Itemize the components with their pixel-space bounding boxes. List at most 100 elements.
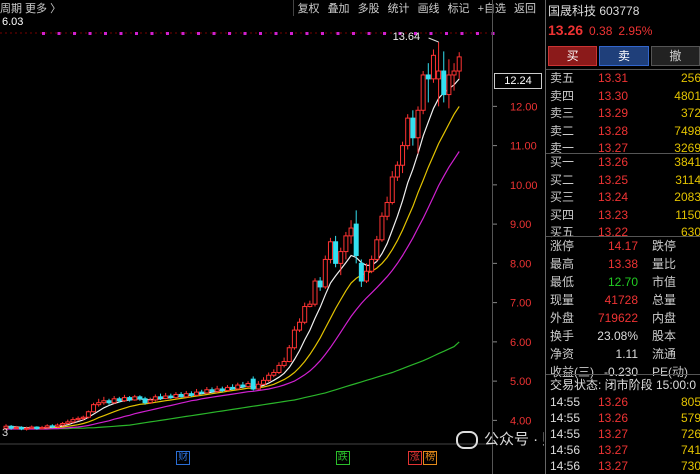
sell-button[interactable]: 卖 bbox=[599, 46, 649, 66]
ask-row[interactable]: 卖二 13.28 7498 bbox=[546, 123, 700, 141]
event-marker[interactable]: 涨 bbox=[407, 451, 422, 465]
signal-dot bbox=[150, 32, 154, 35]
bid-row[interactable]: 买四 13.23 1150 bbox=[546, 207, 700, 225]
quote-panel: 国晟科技 603778 13.26 0.38 2.95% 买 卖 撤 卖五 13.31… bbox=[545, 0, 700, 474]
event-marker[interactable]: 财 bbox=[176, 451, 191, 465]
kline-chart[interactable]: 12.0011.0010.009.008.007.006.005.004.001… bbox=[0, 0, 544, 474]
menu-draw-line[interactable]: 画线 bbox=[414, 0, 444, 16]
menu-fuquan[interactable]: 复权 bbox=[292, 0, 324, 16]
price-axis bbox=[492, 0, 544, 474]
event-marker[interactable]: 榜 bbox=[423, 451, 438, 465]
ask-price: 13.30 bbox=[598, 88, 629, 103]
candle-up bbox=[338, 251, 344, 264]
tick-time: 14:56 bbox=[550, 459, 581, 473]
candle-up bbox=[194, 391, 200, 396]
candle-down bbox=[250, 378, 256, 390]
menu-statistics[interactable]: 统计 bbox=[384, 0, 414, 16]
signal-dot bbox=[445, 32, 448, 35]
stat-label: 股本 bbox=[652, 329, 677, 343]
ask-volume: 4801 bbox=[674, 88, 700, 103]
ask-row[interactable]: 卖三 13.29 372 bbox=[546, 105, 700, 123]
tick-row: 14:56 13.27 741 bbox=[546, 442, 700, 458]
stat-value: 41728 bbox=[604, 293, 638, 307]
candle-down bbox=[18, 426, 24, 430]
candle-up bbox=[245, 382, 251, 388]
candle-up bbox=[291, 329, 297, 349]
candle-up bbox=[163, 395, 169, 399]
menu-multi-stock[interactable]: 多股 bbox=[354, 0, 384, 16]
bid-row[interactable]: 买一 13.26 3841 bbox=[546, 154, 700, 172]
signal-dot bbox=[336, 32, 340, 35]
stat-row: 现量 41728 总量 bbox=[546, 291, 700, 309]
bid-volume: 3841 bbox=[674, 155, 700, 169]
wechat-icon bbox=[456, 431, 478, 450]
candle-up bbox=[224, 386, 230, 392]
tick-time: 14:55 bbox=[550, 395, 581, 409]
bid-price: 13.26 bbox=[598, 155, 629, 169]
ask-row[interactable]: 卖四 13.30 4801 bbox=[546, 88, 700, 106]
current-price-tag: 12.24 bbox=[494, 73, 542, 89]
candle-up bbox=[70, 419, 76, 423]
tick-row: 14:55 13.27 726 bbox=[546, 426, 700, 442]
bid-row[interactable]: 买二 13.25 3114 bbox=[546, 172, 700, 190]
candle-up bbox=[101, 400, 107, 404]
tick-volume: 579 bbox=[680, 411, 700, 425]
candle-down bbox=[8, 425, 14, 429]
ask-volume: 256 bbox=[680, 71, 700, 85]
candle-down bbox=[425, 74, 431, 80]
stat-label: 总量 bbox=[652, 293, 677, 307]
bid-level-label: 买三 bbox=[550, 190, 575, 205]
tick-price: 13.27 bbox=[598, 443, 629, 457]
bid-level-label: 买一 bbox=[550, 155, 575, 169]
tick-time: 14:55 bbox=[550, 411, 581, 425]
candle-up bbox=[297, 321, 303, 331]
high-pointer bbox=[428, 37, 439, 43]
cancel-order-button[interactable]: 撤 bbox=[650, 46, 700, 66]
candle-down bbox=[410, 117, 416, 139]
buy-button[interactable]: 买 bbox=[548, 46, 598, 66]
candle-up bbox=[96, 402, 102, 406]
candle-up bbox=[13, 426, 19, 429]
x-start-label: 3 bbox=[2, 427, 8, 439]
signal-dot bbox=[383, 32, 386, 35]
candle-up bbox=[235, 384, 241, 390]
signal-dot bbox=[243, 32, 247, 35]
candle-up bbox=[384, 202, 390, 217]
signal-dot bbox=[42, 32, 45, 35]
candle-up bbox=[152, 396, 158, 401]
bid-row[interactable]: 买三 13.24 2083 bbox=[546, 189, 700, 207]
candle-down bbox=[168, 395, 174, 399]
tick-list[interactable]: 14:55 13.26 805 14:55 13.26 579 14:55 13.27 726 1… bbox=[546, 394, 700, 474]
candle-up bbox=[173, 393, 179, 399]
candle-up bbox=[415, 109, 421, 139]
candle-up bbox=[389, 176, 395, 204]
trade-status: 交易状态: 闭市阶段 15:00:0 bbox=[550, 378, 697, 392]
menu-overlay[interactable]: 叠加 bbox=[324, 0, 354, 16]
tick-volume: 805 bbox=[680, 395, 700, 409]
candle-up bbox=[456, 56, 462, 72]
candle-up bbox=[261, 379, 266, 385]
candle-up bbox=[405, 117, 411, 147]
high-label: 13.64 bbox=[393, 31, 421, 43]
candle-up bbox=[75, 417, 81, 421]
chart-toolbar: 周期 更多 〉 复权 叠加 多股 统计 画线 标记 +自选 返回 bbox=[0, 0, 544, 16]
candle-up bbox=[255, 383, 261, 390]
candle-down bbox=[142, 398, 148, 404]
menu-mark[interactable]: 标记 bbox=[444, 0, 474, 16]
candle-down bbox=[106, 400, 112, 404]
stat-label: 最低 bbox=[550, 275, 575, 289]
period-selector[interactable]: 周期 更多 〉 bbox=[0, 0, 61, 16]
candle-down bbox=[116, 398, 122, 402]
ask-row[interactable]: 卖五 13.31 256 bbox=[546, 70, 700, 88]
event-marker[interactable]: 跌 bbox=[335, 451, 350, 465]
signal-dot bbox=[476, 32, 479, 35]
kline-chart-area[interactable]: 12.00 11.00 10.00 9.00 8.00 7.00 6.00 5.00 4.00 1… bbox=[0, 0, 544, 474]
stat-row: 净资 1.11 流通 bbox=[546, 345, 700, 363]
stat-label: 内盘 bbox=[652, 311, 677, 325]
ma-yellow-line bbox=[6, 106, 460, 429]
candle-down bbox=[209, 389, 215, 392]
stat-row: 涨停 14.17 跌停 bbox=[546, 237, 700, 255]
candle-up bbox=[91, 404, 97, 413]
candle-up bbox=[379, 215, 385, 241]
stat-label: 量比 bbox=[652, 257, 677, 271]
